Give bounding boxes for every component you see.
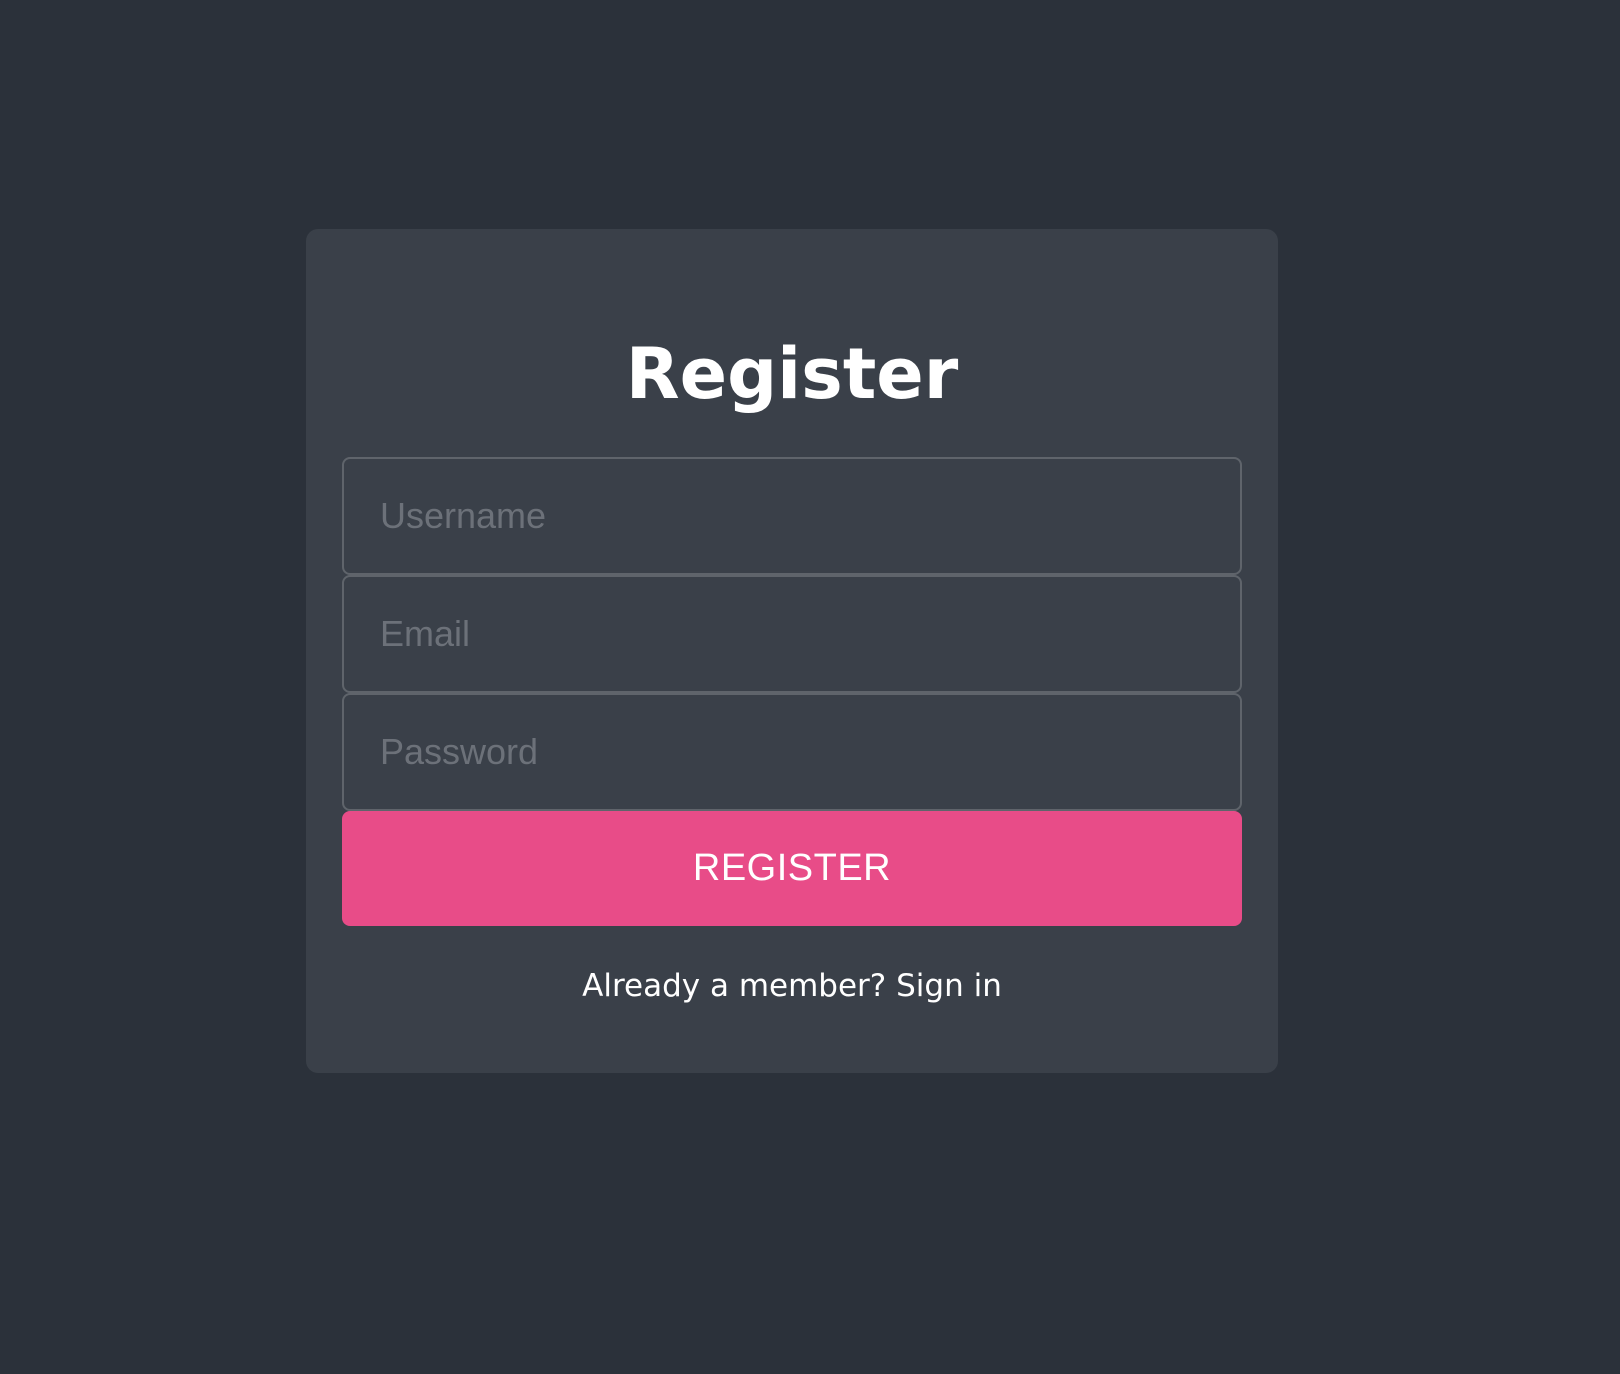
register-button[interactable]: REGISTER — [342, 811, 1242, 926]
username-input[interactable] — [342, 457, 1242, 575]
page: Register REGISTER Already a member? Sign… — [0, 0, 1620, 1374]
email-input[interactable] — [342, 575, 1242, 693]
page-title: Register — [625, 333, 959, 415]
register-card: Register REGISTER Already a member? Sign… — [306, 229, 1278, 1073]
sign-in-link[interactable]: Already a member? Sign in — [306, 961, 1278, 1011]
password-input[interactable] — [342, 693, 1242, 811]
